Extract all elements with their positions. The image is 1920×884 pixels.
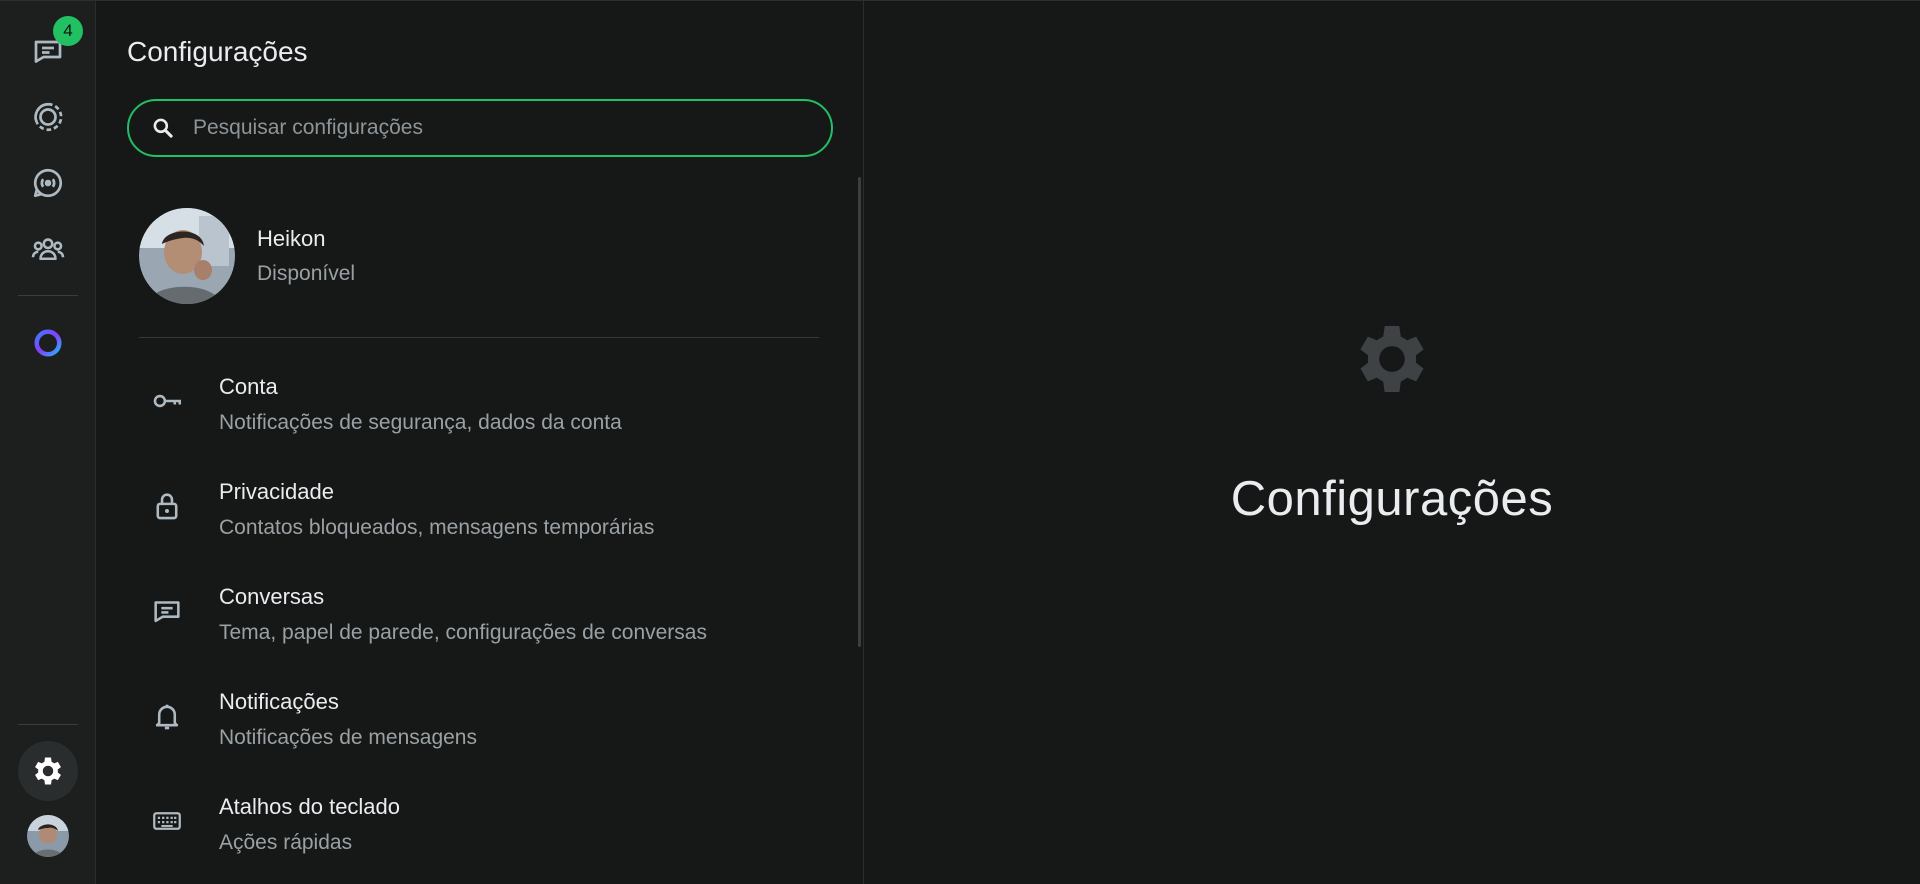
rail-divider — [18, 295, 78, 296]
profile-card[interactable]: Heikon Disponível — [139, 207, 819, 305]
search-box[interactable] — [127, 99, 833, 157]
meta-ai-icon — [34, 329, 62, 357]
rail-divider-bottom — [18, 724, 78, 725]
gear-icon — [35, 757, 61, 785]
gear-icon — [1360, 326, 1424, 392]
menu-item-atalhos[interactable]: Atalhos do teclado Ações rápidas — [139, 784, 819, 884]
rail-settings-button[interactable] — [18, 741, 78, 801]
main-placeholder: Configurações — [864, 1, 1920, 884]
menu-item-desc: Ações rápidas — [219, 831, 353, 854]
search-icon — [149, 114, 177, 142]
menu-item-label: Privacidade — [219, 479, 334, 504]
menu-item-label: Conta — [219, 374, 278, 399]
scrollbar[interactable] — [858, 177, 861, 647]
search-input[interactable] — [191, 107, 831, 149]
divider — [139, 337, 819, 338]
menu-item-label: Notificações — [219, 689, 339, 714]
menu-item-notificacoes[interactable]: Notificações Notificações de mensagens — [139, 679, 819, 784]
menu-item-conta[interactable]: Conta Notificações de segurança, dados d… — [139, 364, 819, 469]
rail-communities-button[interactable] — [18, 219, 78, 279]
app-window: 4 Configurações Pesquisar configurações … — [0, 0, 1920, 884]
avatar — [139, 208, 235, 304]
menu-item-label: Atalhos do teclado — [219, 794, 401, 819]
keyboard-icon — [139, 788, 195, 854]
avatar — [27, 815, 69, 857]
rail-status-button[interactable] — [18, 87, 78, 147]
bell-icon — [139, 683, 195, 749]
status-icon — [34, 102, 63, 132]
settings-panel: Configurações Pesquisar configurações He… — [96, 1, 864, 884]
menu-item-desc: Contatos bloqueados, mensagens temporári… — [219, 516, 655, 539]
profile-name: Heikon — [257, 226, 326, 251]
lock-icon — [139, 473, 195, 539]
placeholder-title: Configurações — [1230, 472, 1554, 526]
profile-status: Disponível — [257, 262, 356, 285]
nav-rail: 4 — [0, 1, 96, 884]
menu-item-desc: Tema, papel de parede, configurações de … — [219, 621, 707, 644]
menu-item-desc: Notificações de mensagens — [219, 726, 477, 749]
menu-item-desc: Notificações de segurança, dados da cont… — [219, 411, 622, 434]
menu-item-conversas[interactable]: Conversas Tema, papel de parede, configu… — [139, 574, 819, 679]
unread-badge: 4 — [53, 16, 83, 46]
rail-channels-button[interactable] — [18, 153, 78, 213]
rail-meta-ai-button[interactable] — [18, 313, 78, 373]
communities-icon — [31, 238, 65, 261]
chat-icon — [139, 578, 195, 644]
menu-item-label: Conversas — [219, 584, 325, 609]
key-icon — [139, 368, 195, 434]
rail-profile-avatar[interactable] — [27, 815, 69, 857]
page-title: Configurações — [127, 36, 308, 67]
menu-item-privacidade[interactable]: Privacidade Contatos bloqueados, mensage… — [139, 469, 819, 574]
settings-menu: Conta Notificações de segurança, dados d… — [139, 364, 819, 884]
channels-icon — [33, 168, 63, 198]
